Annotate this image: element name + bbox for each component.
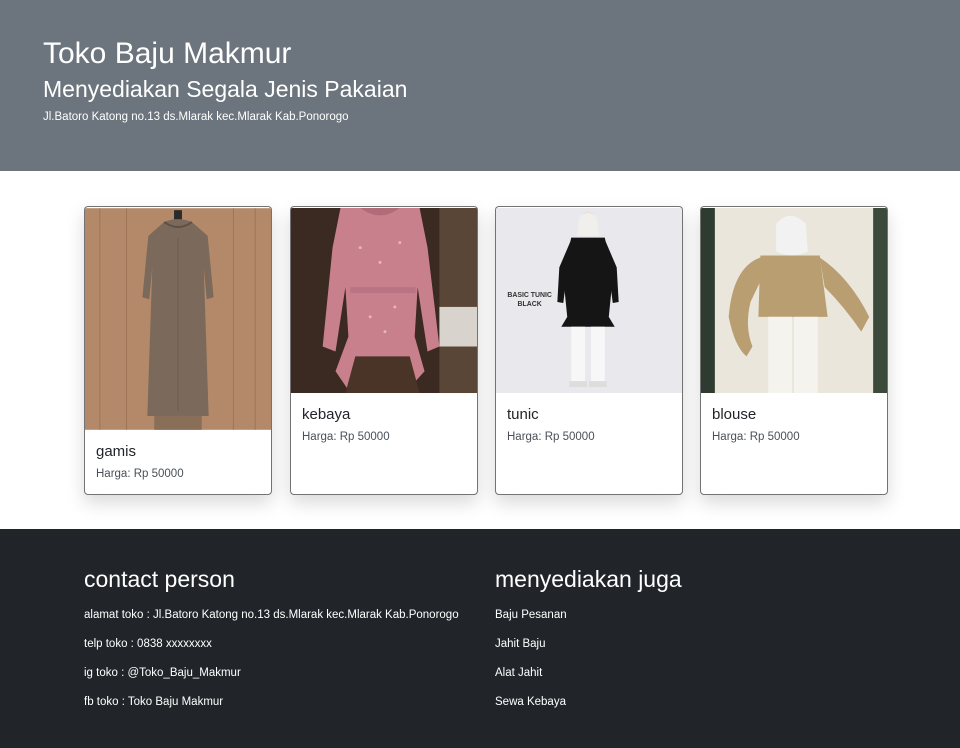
contact-phone: telp toko : 0838 xxxxxxxx (84, 638, 212, 650)
store-subtitle: Menyediakan Segala Jenis Pakaian (43, 76, 408, 102)
product-price: Harga: Rp 50000 (507, 431, 595, 443)
store-title: Toko Baju Makmur (43, 37, 292, 70)
product-list: gamis Harga: Rp 50000 kebaya Harga: Rp 5… (0, 171, 960, 529)
service-item: Baju Pesanan (495, 609, 567, 621)
product-name: blouse (712, 406, 757, 423)
product-card-blouse[interactable]: blouse Harga: Rp 50000 (700, 206, 888, 495)
tunic-photo: BASIC TUNIC BLACK (496, 207, 682, 394)
product-price: Harga: Rp 50000 (96, 468, 184, 480)
contact-section: contact person alamat toko : Jl.Batoro K… (84, 564, 459, 723)
services-section: menyediakan juga Baju Pesanan Jahit Baju… (495, 564, 682, 723)
contact-instagram: ig toko : @Toko_Baju_Makmur (84, 667, 241, 679)
blouse-photo (701, 207, 887, 394)
kebaya-photo (291, 207, 477, 394)
contact-address: alamat toko : Jl.Batoro Katong no.13 ds.… (84, 609, 459, 621)
service-item: Jahit Baju (495, 638, 546, 650)
product-card-gamis[interactable]: gamis Harga: Rp 50000 (84, 206, 272, 495)
gamis-photo (85, 208, 271, 430)
store-address: Jl.Batoro Katong no.13 ds.Mlarak kec.Mla… (43, 111, 349, 123)
product-price: Harga: Rp 50000 (302, 431, 390, 443)
svg-text:BASIC TUNIC: BASIC TUNIC (507, 292, 552, 299)
hero-banner: Toko Baju Makmur Menyediakan Segala Jeni… (0, 0, 960, 171)
service-item: Alat Jahit (495, 667, 543, 679)
contact-facebook: fb toko : Toko Baju Makmur (84, 696, 224, 708)
product-name: gamis (96, 443, 137, 460)
svg-text:BLACK: BLACK (518, 301, 542, 308)
service-item: Sewa Kebaya (495, 696, 566, 708)
product-price: Harga: Rp 50000 (712, 431, 800, 443)
product-name: kebaya (302, 406, 351, 423)
product-card-kebaya[interactable]: kebaya Harga: Rp 50000 (290, 206, 478, 495)
footer: contact person alamat toko : Jl.Batoro K… (0, 529, 960, 748)
product-card-tunic[interactable]: BASIC TUNIC BLACK tunic Harga: Rp 50000 (495, 206, 683, 495)
services-heading: menyediakan juga (495, 566, 682, 592)
product-name: tunic (507, 406, 539, 423)
contact-heading: contact person (84, 566, 235, 592)
